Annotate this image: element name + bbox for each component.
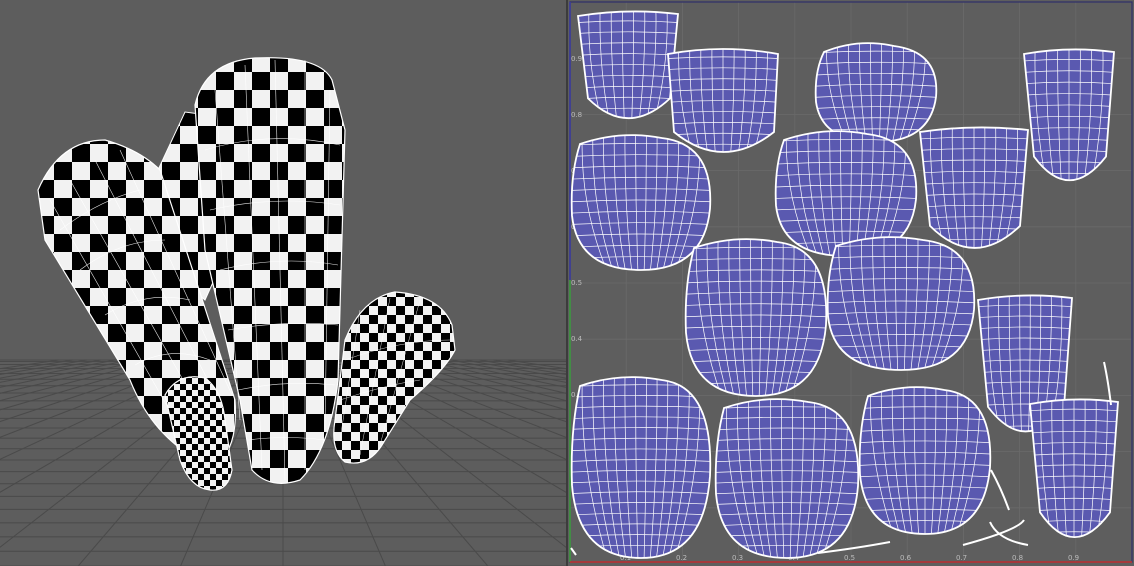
u-tick-label: 0.3 xyxy=(732,554,743,562)
3d-viewport[interactable] xyxy=(0,0,566,566)
u-tick-label: 0.8 xyxy=(1012,554,1023,562)
u-tick-label: 0.6 xyxy=(900,554,912,562)
u-tick-label: 0.7 xyxy=(956,554,967,562)
v-tick-label: 0.9 xyxy=(571,55,582,63)
v-tick-label: 0.4 xyxy=(571,335,583,343)
v-tick-label: 0.5 xyxy=(571,279,582,287)
app-window: 0.90.80.70.60.50.40.30.2 0.10.20.30.40.5… xyxy=(0,0,1134,566)
v-tick-label: 0.8 xyxy=(571,111,582,119)
u-tick-label: 0.5 xyxy=(844,554,855,562)
u-tick-label: 0.9 xyxy=(1068,554,1079,562)
u-tick-label: 0.2 xyxy=(676,554,687,562)
uv-editor[interactable]: 0.90.80.70.60.50.40.30.2 0.10.20.30.40.5… xyxy=(568,0,1134,566)
